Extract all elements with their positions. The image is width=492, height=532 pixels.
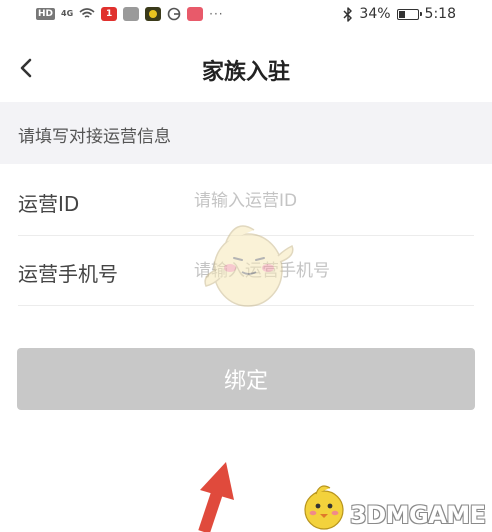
app-red-icon	[187, 7, 204, 21]
watermark-text: 3DMGAME	[350, 501, 486, 529]
clock: 5:18	[424, 6, 456, 22]
app-badge-icon	[145, 7, 162, 21]
app-g-icon	[167, 7, 181, 21]
battery-level-fill	[398, 10, 405, 18]
status-bar-right: 34% 5:18	[343, 6, 456, 22]
battery-percent: 34%	[359, 6, 391, 22]
more-notifications-icon: ···	[209, 7, 224, 21]
status-bar: HD 4G 1 ··· 34% 5:18	[0, 0, 492, 32]
bind-button[interactable]: 绑定	[17, 348, 475, 410]
hd-icon: HD	[36, 8, 56, 20]
red-arrow-icon	[198, 462, 234, 532]
nav-header: 家族入驻	[0, 38, 492, 102]
app-nfc-icon	[123, 7, 140, 21]
page-title: 家族入驻	[201, 60, 290, 85]
section-title: 请填写对接运营信息	[18, 127, 171, 147]
bluetooth-icon	[343, 6, 353, 22]
battery-icon	[396, 8, 422, 20]
section-header: 请填写对接运营信息	[0, 102, 492, 164]
watermark-mascot-icon	[304, 485, 344, 530]
4g-signal-icon: 4G	[61, 9, 74, 18]
mascot-watermark-icon	[204, 225, 294, 307]
status-bar-left: HD 4G 1 ···	[36, 7, 224, 21]
wifi-icon	[79, 8, 95, 18]
operator-phone-label: 运营手机号	[18, 262, 118, 286]
operator-id-label: 运营ID	[18, 192, 80, 216]
app-1-icon: 1	[101, 7, 118, 21]
